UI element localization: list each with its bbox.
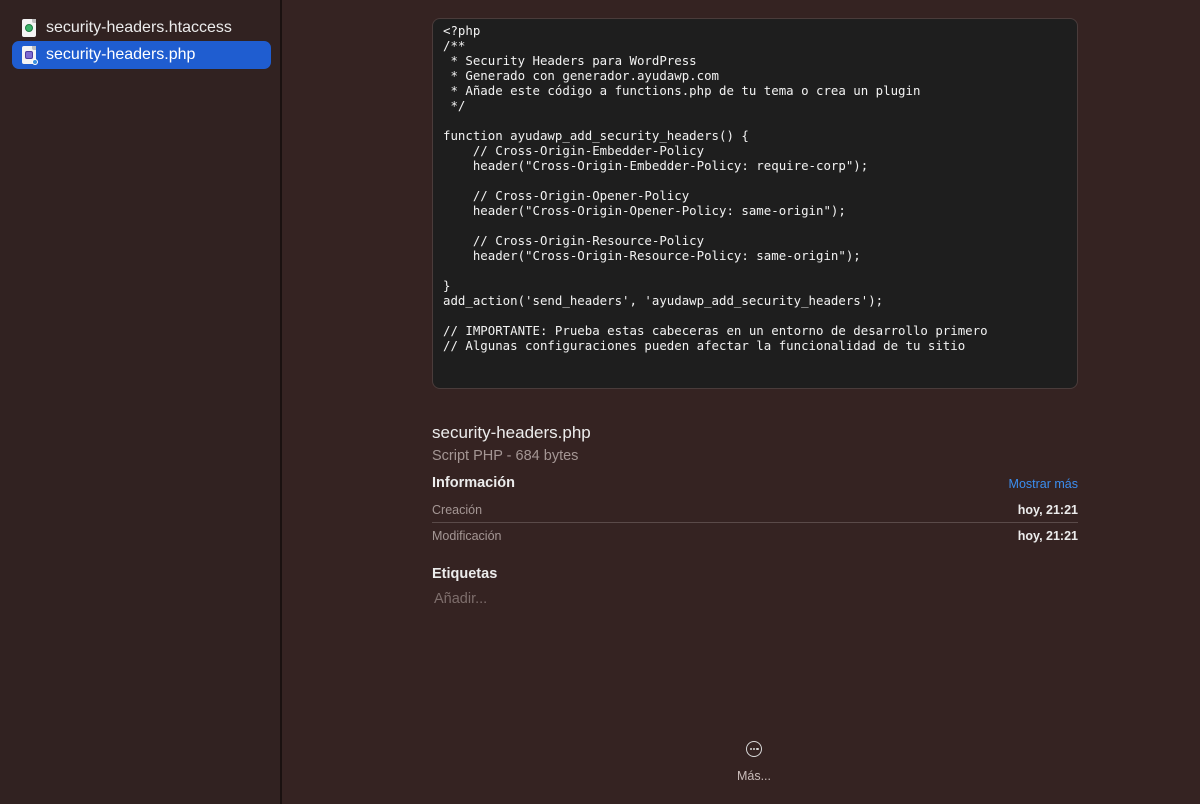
more-label: Más... <box>736 769 772 783</box>
preview-pane: <?php /** * Security Headers para WordPr… <box>284 0 1200 804</box>
php-file-icon <box>22 46 38 65</box>
tags-heading: Etiquetas <box>432 566 498 582</box>
info-divider <box>432 522 1078 523</box>
show-more-link[interactable]: Mostrar más <box>1009 477 1078 491</box>
code-preview[interactable]: <?php /** * Security Headers para WordPr… <box>432 18 1078 389</box>
info-row-modified: Modificación hoy, 21:21 <box>432 526 1078 546</box>
finder-preview-window: security-headers.htaccess security-heade… <box>0 0 1200 804</box>
info-row-created: Creación hoy, 21:21 <box>432 500 1078 520</box>
file-item-htaccess[interactable]: security-headers.htaccess <box>12 14 271 42</box>
code-text: <?php /** * Security Headers para WordPr… <box>443 23 988 353</box>
file-subtitle: Script PHP - 684 bytes <box>432 448 579 464</box>
info-heading: Información <box>432 475 515 491</box>
file-item-label: security-headers.htaccess <box>46 19 232 36</box>
ellipsis-circle-icon <box>746 741 762 757</box>
info-key: Creación <box>432 503 483 517</box>
info-key: Modificación <box>432 529 502 543</box>
file-list-sidebar: security-headers.htaccess security-heade… <box>0 0 282 804</box>
more-button[interactable]: Más... <box>724 741 784 783</box>
htaccess-file-icon <box>22 19 36 37</box>
file-item-php[interactable]: security-headers.php <box>12 41 271 69</box>
file-item-label: security-headers.php <box>46 46 196 63</box>
info-value: hoy, 21:21 <box>1017 503 1078 517</box>
tags-input[interactable] <box>434 589 734 609</box>
file-title: security-headers.php <box>432 423 591 442</box>
info-value: hoy, 21:21 <box>1017 529 1078 543</box>
